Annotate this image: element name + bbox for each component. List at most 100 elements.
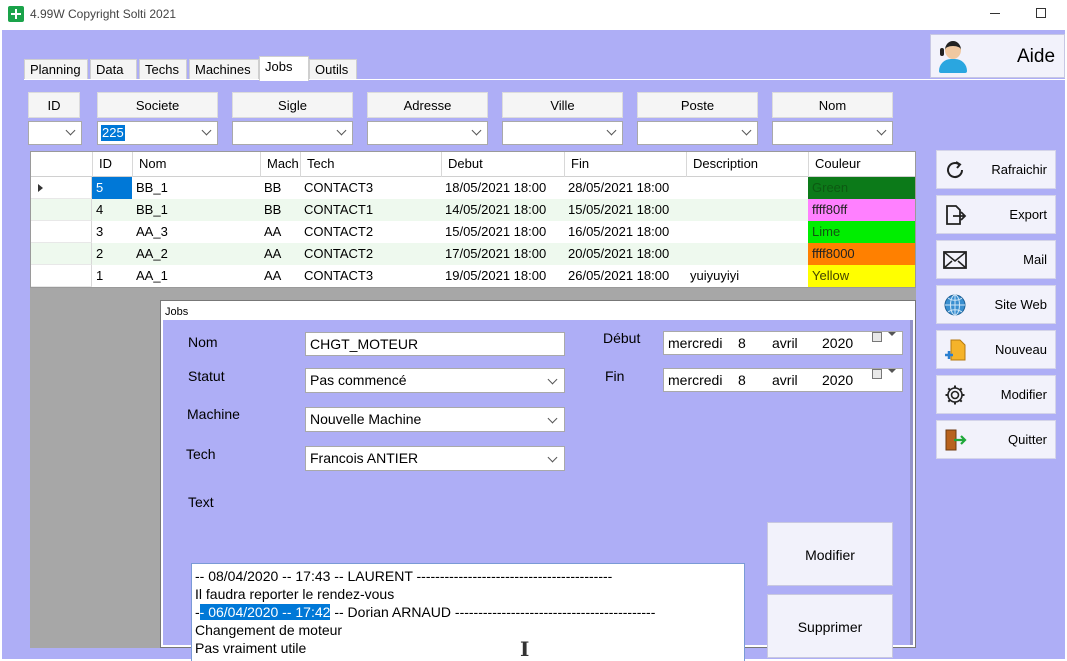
column-header-mach[interactable]: Mach [260,152,300,177]
cell-description[interactable] [686,177,808,199]
export-button[interactable]: Export [936,195,1056,234]
cell-couleur[interactable]: ffff80ff [808,199,915,221]
filter-societe-value: 225 [101,125,125,141]
table-row[interactable]: 3 AA_3 AA CONTACT2 15/05/2021 18:00 16/05/202… [31,221,915,243]
cell-fin[interactable]: 26/05/2021 18:00 [564,265,686,287]
machine-combo[interactable]: Nouvelle Machine [305,407,565,432]
cell-couleur[interactable]: Lime [808,221,915,243]
nom-label: Nom [188,334,218,350]
table-row[interactable]: 5 BB_1 BB CONTACT3 18/05/2021 18:00 28/05/202… [31,177,915,199]
cell-debut[interactable]: 18/05/2021 18:00 [441,177,564,199]
cell-fin[interactable]: 15/05/2021 18:00 [564,199,686,221]
column-header-id[interactable]: ID [92,152,132,177]
cell-tech[interactable]: CONTACT3 [300,265,441,287]
cell-debut[interactable]: 17/05/2021 18:00 [441,243,564,265]
table-row[interactable]: 2 AA_2 AA CONTACT2 17/05/2021 18:00 20/05/202… [31,243,915,265]
filter-poste-combo[interactable] [637,121,758,145]
column-header-nom[interactable]: Nom [132,152,260,177]
cell-id[interactable]: 4 [92,199,132,221]
new-button[interactable]: Nouveau [936,330,1056,369]
tab-planning[interactable]: Planning [24,59,88,80]
column-header-debut[interactable]: Debut [441,152,564,177]
cell-id[interactable]: 2 [92,243,132,265]
row-header[interactable] [31,265,92,287]
cell-id[interactable]: 1 [92,265,132,287]
website-button[interactable]: Site Web [936,285,1056,324]
column-header-tech[interactable]: Tech [300,152,441,177]
selected-text: - 06/04/2020 -- 17:42 [199,604,331,620]
row-header[interactable] [31,221,92,243]
cell-tech[interactable]: CONTACT2 [300,221,441,243]
column-header-description[interactable]: Description [686,152,808,177]
table-row[interactable]: 1 AA_1 AA CONTACT3 19/05/2021 18:00 26/05/202… [31,265,915,287]
cell-fin[interactable]: 28/05/2021 18:00 [564,177,686,199]
dialog-modify-button[interactable]: Modifier [767,522,893,586]
filter-id-combo[interactable] [28,121,82,145]
quit-button[interactable]: Quitter [936,420,1056,459]
cell-description[interactable] [686,221,808,243]
cell-mach[interactable]: BB [260,199,300,221]
filter-sigle-combo[interactable] [232,121,353,145]
row-header[interactable] [31,177,92,199]
cell-mach[interactable]: BB [260,177,300,199]
refresh-button[interactable]: Rafraichir [936,150,1056,189]
filter-adresse-combo[interactable] [367,121,488,145]
tab-jobs[interactable]: Jobs [259,56,309,81]
cell-debut[interactable]: 19/05/2021 18:00 [441,265,564,287]
cell-description[interactable] [686,199,808,221]
modify-button[interactable]: Modifier [936,375,1056,414]
cell-mach[interactable]: AA [260,221,300,243]
help-button[interactable]: Aide [930,34,1065,78]
cell-couleur[interactable]: Yellow [808,265,915,287]
cell-nom[interactable]: AA_2 [132,243,260,265]
cell-nom[interactable]: AA_1 [132,265,260,287]
cell-couleur[interactable]: ffff8000 [808,243,915,265]
tab-outils[interactable]: Outils [309,59,357,80]
cell-description[interactable] [686,243,808,265]
cell-debut[interactable]: 14/05/2021 18:00 [441,199,564,221]
filter-nom-combo[interactable] [772,121,893,145]
column-header-couleur[interactable]: Couleur [808,152,915,177]
cell-debut[interactable]: 15/05/2021 18:00 [441,221,564,243]
statut-label: Statut [188,368,225,384]
mail-button[interactable]: Mail [936,240,1056,279]
maximize-icon[interactable] [1036,8,1046,18]
cell-mach[interactable]: AA [260,243,300,265]
cell-fin[interactable]: 20/05/2021 18:00 [564,243,686,265]
filter-ville-combo[interactable] [502,121,623,145]
cell-mach[interactable]: AA [260,265,300,287]
cell-fin[interactable]: 16/05/2021 18:00 [564,221,686,243]
chevron-down-icon [876,125,887,136]
filter-label-nom: Nom [772,92,893,118]
cell-tech[interactable]: CONTACT1 [300,199,441,221]
cell-tech[interactable]: CONTACT2 [300,243,441,265]
cell-tech[interactable]: CONTACT3 [300,177,441,199]
table-row[interactable]: 4 BB_1 BB CONTACT1 14/05/2021 18:00 15/05/202… [31,199,915,221]
minimize-icon[interactable] [990,13,1000,14]
cell-description[interactable]: yuiyuyiyi [686,265,808,287]
tab-machines[interactable]: Machines [189,59,259,80]
row-header[interactable] [31,243,92,265]
calendar-icon [872,369,882,379]
cell-nom[interactable]: BB_1 [132,199,260,221]
filter-societe-combo[interactable]: 225 [97,121,218,145]
cell-couleur[interactable]: Green [808,177,915,199]
dialog-delete-button[interactable]: Supprimer [767,594,893,658]
cell-id[interactable]: 5 [92,177,132,199]
fin-date-picker[interactable]: mercredi 8 avril 2020 [663,368,903,392]
cell-nom[interactable]: BB_1 [132,177,260,199]
fin-label: Fin [605,368,625,384]
statut-combo[interactable]: Pas commencé [305,368,565,393]
tab-techs[interactable]: Techs [139,59,187,80]
nom-input[interactable]: CHGT_MOTEUR [305,332,565,356]
filter-label-adresse: Adresse [367,92,488,118]
debut-date-picker[interactable]: mercredi 8 avril 2020 [663,331,903,355]
column-header-fin[interactable]: Fin [564,152,686,177]
tab-data[interactable]: Data [90,59,137,80]
cell-id[interactable]: 3 [92,221,132,243]
tech-combo[interactable]: Francois ANTIER [305,446,565,471]
notes-textarea[interactable]: -- 08/04/2020 -- 17:43 -- LAURENT ------… [191,563,745,661]
row-header[interactable] [31,199,92,221]
tech-label: Tech [186,446,216,462]
cell-nom[interactable]: AA_3 [132,221,260,243]
